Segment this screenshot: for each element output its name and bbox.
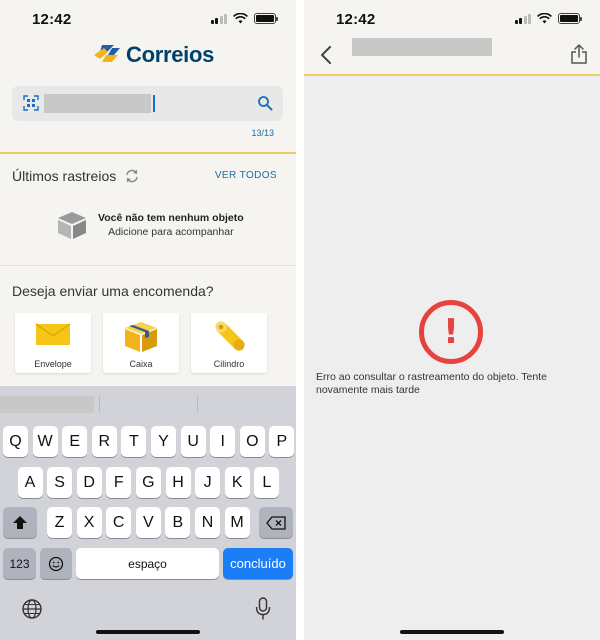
key-h[interactable]: H: [165, 467, 191, 498]
key-l[interactable]: L: [254, 467, 280, 498]
see-all-link[interactable]: VER TODOS: [215, 170, 277, 181]
key-z[interactable]: Z: [47, 507, 72, 538]
envelope-icon: [35, 323, 71, 345]
empty-box-icon: [58, 212, 86, 239]
key-x[interactable]: X: [76, 507, 102, 538]
section-divider: [0, 265, 296, 266]
globe-icon[interactable]: [21, 598, 43, 620]
space-key[interactable]: espaço: [76, 548, 219, 579]
keyboard-row-1: QWERTYUIOP: [0, 426, 296, 457]
redacted-input-value: [44, 94, 151, 113]
done-key[interactable]: concluído: [223, 548, 293, 579]
error-message: Erro ao consultar o rastreamento do obje…: [316, 371, 547, 396]
key-j[interactable]: J: [195, 467, 221, 498]
back-chevron-icon[interactable]: [320, 46, 332, 64]
status-time: 12:42: [32, 11, 72, 28]
cylinder-label: Cilindro: [213, 359, 245, 369]
battery-icon: [558, 13, 582, 24]
correios-logo: Correios: [92, 42, 214, 68]
tracking-detail-screen: 12:42 ! Erro ao consultar o rastreamento…: [304, 0, 600, 640]
status-bar: 12:42: [304, 0, 600, 40]
package-type-options: Envelope Caixa Cilindro: [15, 313, 267, 373]
error-alert-icon: !: [419, 300, 483, 364]
key-b[interactable]: B: [165, 507, 191, 538]
home-indicator[interactable]: [96, 630, 200, 634]
status-bar: 12:42: [0, 0, 296, 40]
key-u[interactable]: U: [180, 426, 206, 457]
key-f[interactable]: F: [106, 467, 132, 498]
key-o[interactable]: O: [239, 426, 265, 457]
box-label: Caixa: [129, 359, 153, 369]
wifi-icon: [537, 13, 552, 24]
onscreen-keyboard: QWERTYUIOP ASDFGHJKL ZXCVBNM 123 espaço …: [0, 386, 296, 640]
microphone-icon[interactable]: [255, 597, 271, 621]
redacted-title: [352, 38, 492, 56]
key-v[interactable]: V: [135, 507, 161, 538]
keyboard-row-2: ASDFGHJKL: [0, 467, 296, 498]
predictive-bar: [0, 386, 296, 422]
key-k[interactable]: K: [224, 467, 250, 498]
send-package-title: Deseja enviar uma encomenda?: [12, 283, 214, 299]
logo-text: Correios: [126, 42, 215, 67]
tracking-search-input[interactable]: [12, 86, 283, 121]
detail-header: 12:42: [304, 0, 600, 74]
key-n[interactable]: N: [195, 507, 220, 538]
share-icon[interactable]: [570, 44, 588, 64]
envelope-option[interactable]: Envelope: [15, 313, 91, 373]
wifi-icon: [233, 13, 248, 24]
key-y[interactable]: Y: [151, 426, 176, 457]
key-q[interactable]: Q: [3, 426, 28, 457]
empty-state: Você não tem nenhum objeto Adicione para…: [56, 210, 244, 240]
emoji-icon: [48, 556, 64, 571]
refresh-icon[interactable]: [123, 167, 141, 185]
key-g[interactable]: G: [135, 467, 161, 498]
barcode-scan-icon[interactable]: [23, 95, 39, 111]
status-time: 12:42: [336, 11, 376, 28]
header-divider: [0, 152, 296, 154]
home-indicator[interactable]: [400, 630, 504, 634]
numbers-key[interactable]: 123: [3, 548, 36, 579]
key-r[interactable]: R: [91, 426, 117, 457]
empty-state-title: Você não tem nenhum objeto: [98, 212, 244, 224]
battery-icon: [254, 13, 278, 24]
envelope-label: Envelope: [34, 359, 72, 369]
box-icon: [125, 322, 157, 352]
recent-tracking-title: Últimos rastreios: [12, 168, 117, 184]
redacted-suggestion[interactable]: [0, 396, 94, 413]
cylinder-option[interactable]: Cilindro: [191, 313, 267, 373]
emoji-key[interactable]: [40, 548, 72, 579]
input-counter: 13/13: [251, 128, 274, 138]
backspace-key[interactable]: [259, 507, 293, 538]
cylinder-icon: [215, 321, 245, 351]
search-icon[interactable]: [257, 95, 273, 111]
key-d[interactable]: D: [76, 467, 102, 498]
header-divider: [304, 74, 600, 76]
key-t[interactable]: T: [121, 426, 147, 457]
shift-icon: [13, 515, 27, 529]
keyboard-row-3: ZXCVBNM: [0, 507, 296, 538]
keyboard-row-4: 123 espaço concluído: [0, 548, 296, 579]
key-c[interactable]: C: [106, 507, 132, 538]
key-a[interactable]: A: [17, 467, 43, 498]
backspace-icon: [266, 515, 286, 530]
correios-home-screen: 12:42 Correios 13/13 Últimos rastreios V…: [0, 0, 296, 640]
key-p[interactable]: P: [269, 426, 295, 457]
key-m[interactable]: M: [224, 507, 250, 538]
key-s[interactable]: S: [47, 467, 73, 498]
shift-key[interactable]: [3, 507, 37, 538]
key-e[interactable]: E: [62, 426, 88, 457]
key-w[interactable]: W: [32, 426, 58, 457]
box-option[interactable]: Caixa: [103, 313, 179, 373]
empty-state-subtitle: Adicione para acompanhar: [108, 226, 234, 238]
text-caret: [153, 95, 155, 112]
signal-icon: [514, 13, 531, 24]
signal-icon: [210, 13, 227, 24]
key-i[interactable]: I: [210, 426, 236, 457]
recent-tracking-section: Últimos rastreios VER TODOS Você não tem…: [0, 155, 296, 265]
correios-logo-icon: [94, 45, 120, 62]
